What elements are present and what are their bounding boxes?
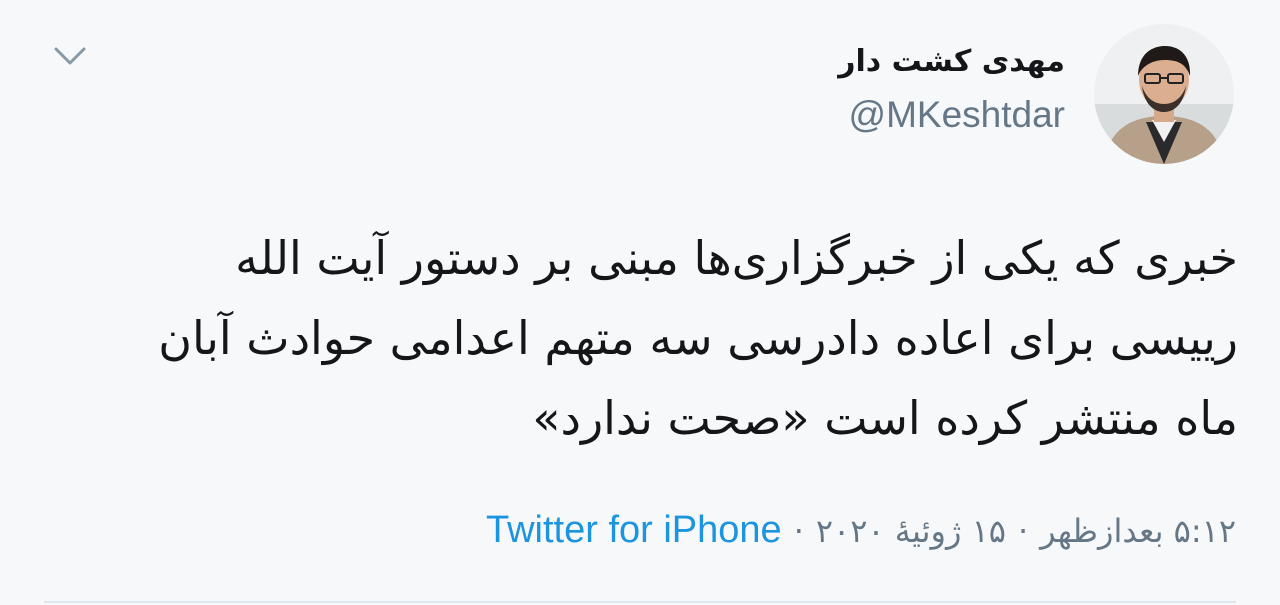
display-name[interactable]: مهدی کشت دار — [838, 40, 1065, 84]
tweet-source-link[interactable]: Twitter for iPhone — [486, 509, 782, 551]
user-handle[interactable]: @MKeshtdar — [838, 90, 1065, 140]
tweet-menu-button[interactable] — [48, 38, 92, 74]
divider — [44, 601, 1236, 603]
meta-separator: · — [793, 512, 804, 550]
meta-separator: · — [1017, 512, 1029, 550]
tweet-meta: ۵:۱۲ بعدازظهر · ۱۵ ژوئیهٔ ۲۰۲۰ · Twitter for… — [486, 503, 1236, 558]
avatar[interactable] — [1094, 24, 1234, 164]
tweet-text: خبری که یکی از خبرگزاری‌ها مبنی بر دستور… — [158, 231, 1238, 445]
tweet-card: مهدی کشت دار @MKeshtdar خبری که یکی از خ… — [0, 0, 1280, 605]
chevron-down-icon — [54, 47, 86, 65]
tweet-date[interactable]: ۱۵ ژوئیهٔ ۲۰۲۰ — [816, 512, 1006, 550]
user-info[interactable]: مهدی کشت دار @MKeshtdar — [838, 40, 1065, 140]
avatar-photo — [1094, 24, 1234, 164]
tweet-time[interactable]: ۵:۱۲ بعدازظهر — [1040, 512, 1236, 550]
